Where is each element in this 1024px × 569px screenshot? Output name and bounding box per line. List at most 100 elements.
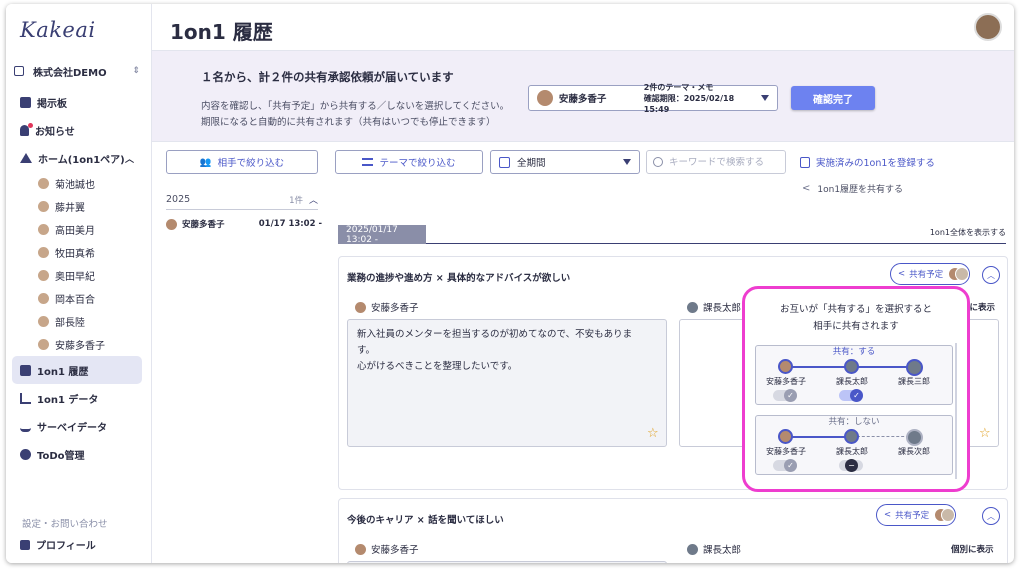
participant-name: 安藤多香子 [766,377,806,386]
share-toggle[interactable]: ✓ [839,389,863,402]
period-select[interactable]: 全期間 [490,150,640,174]
edit-document-icon [800,156,810,168]
sidebar-item-1on1-data[interactable]: 1on1 データ [12,384,142,412]
popup-scrollbar[interactable] [955,343,957,479]
memo-line: す。 [357,345,376,356]
list-icon [362,158,374,166]
memo-line: 心がけるべきことを整理したいです。 [357,361,518,372]
avatar [906,359,923,376]
avatar [38,293,49,304]
banner-description: 内容を確認し、「共有予定」から共有する／しないを選択してください。 [201,101,510,112]
popup-description: 相手に共有されます [813,321,899,332]
register-1on1-link[interactable]: 実施済みの1on1を登録する [800,155,935,169]
search-box[interactable] [646,150,786,174]
pair-name: 牧田真希 [55,249,95,260]
share-history-link[interactable]: < 1on1履歴を共有する [802,182,903,195]
avatar [166,218,177,230]
memo-author: 課長太郎 [687,300,741,314]
banner-description: 期限になると自動的に共有されます（共有はいつでも停止できます） [201,117,496,128]
participant-name: 安藤多香子 [766,447,806,456]
sidebar-pair[interactable]: 菊池誠也 [12,172,142,195]
sidebar-item-1on1-history[interactable]: 1on1 履歴 [12,356,142,384]
filter-partner-button[interactable]: 👥 相手で絞り込む [166,150,318,174]
settings-contact-link[interactable]: 設定・お問い合わせ [22,516,108,530]
home-icon [20,153,32,163]
sidebar-item-label: ToDo管理 [37,450,85,462]
author-name: 課長太郎 [703,545,742,556]
user-avatar[interactable] [974,13,1002,41]
chevron-up-icon[interactable]: ︿ [125,152,134,165]
company-switcher[interactable]: 株式会社DEMO ⇕ [14,62,140,80]
confirm-button[interactable]: 確認完了 [791,86,875,110]
link-label: 実施済みの1on1を登録する [816,158,935,169]
board-icon [20,96,31,108]
sidebar-pair[interactable]: 奥田早紀 [12,264,142,287]
star-icon[interactable]: ☆ [647,426,659,441]
filter-theme-button[interactable]: テーマで絞り込む [335,150,483,174]
memo-author: 安藤多香子 [355,542,419,556]
chevron-up-icon[interactable]: ︿ [982,507,1000,525]
share-status-label: 共有予定 [909,270,944,280]
kakeai-logo[interactable]: Kakeai [20,18,96,42]
caret-down-icon [761,95,770,101]
participant-name: 課長太郎 [836,377,868,386]
share-toggle[interactable]: ✓ [773,389,797,402]
year-count: 1件 [289,195,303,206]
year-group-header[interactable]: 2025 1件 ︿ [166,190,318,210]
check-icon: ✓ [784,389,797,402]
dashed-line [852,436,914,437]
individual-view-link[interactable]: 個別に表示 [951,543,994,555]
pair-name: 部長陸 [55,318,85,329]
button-label: テーマで絞り込む [379,158,456,169]
avatar [844,359,859,374]
request-meta: 2件のテーマ・メモ 確認期限：2025/02/18 15:49 [644,82,761,115]
share-yes-example: 共有：する 安藤多香子 課長太郎 課長三郎 ✓ ✓ [755,345,953,405]
company-name: 株式会社DEMO [33,67,107,79]
avatar [355,301,366,313]
show-all-link[interactable]: 1on1全体を表示する [930,227,1006,238]
check-icon: ✓ [784,459,797,472]
share-toggle[interactable]: − [839,459,863,472]
sidebar-item-label: 掲示板 [37,98,67,110]
request-deadline: 確認期限：2025/02/18 15:49 [643,93,735,114]
sidebar-item-todo[interactable]: ToDo管理 [12,440,142,468]
sidebar-item-notifications[interactable]: お知らせ [12,116,142,144]
sidebar-item-home[interactable]: ホーム(1on1ペア) ︿ [12,144,142,172]
memo-body[interactable] [347,561,667,563]
share-toggle[interactable]: ✓ [773,459,797,472]
share-request-banner: １名から、計２件の共有承認依頼が届いています 内容を確認し、「共有予定」から共有… [152,51,1014,142]
avatar [38,201,49,212]
page-title: 1on1 履歴 [170,20,273,44]
sidebar-pair[interactable]: 高田美月 [12,218,142,241]
sidebar-item-board[interactable]: 掲示板 [12,88,142,116]
memo-author: 安藤多香子 [355,300,419,314]
history-list-item[interactable]: 安藤多香子 01/17 13:02 - [166,216,322,232]
avatar [38,270,49,281]
theme-title: 今後のキャリア × 話を聞いてほしい [347,515,504,526]
author-name: 安藤多香子 [371,545,419,556]
theme-title: 業務の進捗や進め方 × 具体的なアドバイスが欲しい [347,273,571,284]
sidebar-pair[interactable]: 岡本百合 [12,287,142,310]
sidebar-item-profile[interactable]: プロフィール [20,537,96,552]
sidebar-pair[interactable]: 安藤多香子 [12,333,142,356]
avatar [38,178,49,189]
sidebar-pair[interactable]: 藤井翼 [12,195,142,218]
share-status-label: 共有予定 [895,511,930,521]
updown-icon: ⇕ [132,66,140,76]
chevron-up-icon[interactable]: ︿ [982,266,1000,284]
button-label: 相手で絞り込む [217,158,285,169]
search-input[interactable] [669,156,779,168]
share-status-pill[interactable]: < 共有予定 [876,504,956,526]
sidebar-pair[interactable]: 牧田真希 [12,241,142,264]
app-window: Kakeai 株式会社DEMO ⇕ 掲示板 お知らせ ホーム(1on1ペア) ︿… [6,4,1014,563]
share-status-pill[interactable]: < 共有予定 [890,263,970,285]
star-icon[interactable]: ☆ [979,426,991,441]
chevron-up-icon[interactable]: ︿ [309,193,318,206]
request-select[interactable]: 安藤多香子 2件のテーマ・メモ 確認期限：2025/02/18 15:49 [528,83,778,114]
sidebar-item-survey-data[interactable]: サーベイデータ [12,412,142,440]
avatar [687,301,698,313]
connection-line [786,436,852,438]
pair-name: 高田美月 [55,226,95,237]
share-explanation-popup: お互いが「共有する」を選択すると 相手に共有されます 共有：する 安藤多香子 課… [742,286,970,492]
sidebar-pair[interactable]: 部長陸 [12,310,142,333]
